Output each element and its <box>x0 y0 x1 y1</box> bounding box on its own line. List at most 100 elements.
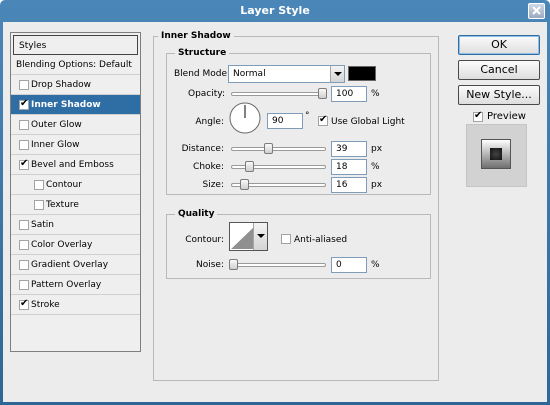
sidebar-item-outer-glow[interactable]: Outer Glow <box>11 115 140 135</box>
distance-slider-thumb[interactable] <box>264 143 273 154</box>
opacity-slider-track[interactable] <box>231 92 326 96</box>
distance-slider-track[interactable] <box>231 147 326 151</box>
sidebar-item-texture[interactable]: Texture <box>11 195 140 215</box>
angle-dial[interactable] <box>229 102 261 134</box>
choke-label: Choke: <box>193 162 224 172</box>
sidebar-item-label: Gradient Overlay <box>31 260 109 270</box>
sidebar-item-checkbox[interactable] <box>19 220 29 230</box>
choke-input[interactable]: 18 <box>331 159 367 175</box>
inner-shadow-title: Inner Shadow <box>158 31 234 41</box>
sidebar-item-stroke[interactable]: ✔ Stroke <box>11 295 140 315</box>
sidebar-item-checkbox[interactable]: ✔ <box>19 158 29 170</box>
styles-header[interactable]: Styles <box>13 35 138 55</box>
sidebar-item-checkbox[interactable] <box>19 80 29 90</box>
sidebar-item-inner-glow[interactable]: Inner Glow <box>11 135 140 155</box>
sidebar-item-satin[interactable]: Satin <box>11 215 140 235</box>
distance-input[interactable]: 39 <box>331 141 367 157</box>
opacity-value: 100 <box>336 89 354 99</box>
dialog-title: Layer Style <box>240 4 310 17</box>
sidebar-item-color-overlay[interactable]: Color Overlay <box>11 235 140 255</box>
blend-mode-label: Blend Mode: <box>174 69 231 79</box>
title-bar[interactable]: Layer Style <box>0 0 550 22</box>
contour-dropdown-button[interactable] <box>253 223 267 250</box>
contour-label: Contour: <box>185 235 224 245</box>
distance-value: 39 <box>336 144 348 154</box>
sidebar-item-label: Color Overlay <box>31 240 93 250</box>
anti-aliased-label: Anti-aliased <box>294 235 348 245</box>
checkmark-icon: ✔ <box>319 114 328 125</box>
checkmark-icon: ✔ <box>474 110 483 121</box>
noise-input[interactable]: 0 <box>331 257 367 273</box>
angle-value: 90 <box>272 116 284 126</box>
noise-slider-track[interactable] <box>231 263 326 267</box>
sidebar-item-checkbox[interactable] <box>34 200 44 210</box>
sidebar-item-label: Bevel and Emboss <box>31 160 114 170</box>
size-label: Size: <box>202 180 224 190</box>
preview-checkbox[interactable]: ✔ <box>473 110 483 122</box>
blend-mode-select[interactable]: Normal <box>228 65 345 83</box>
opacity-input[interactable]: 100 <box>331 86 367 102</box>
shadow-color-swatch[interactable] <box>348 66 376 81</box>
size-input[interactable]: 16 <box>331 177 367 193</box>
checkmark-icon: ✔ <box>20 298 29 309</box>
choke-unit: % <box>371 162 380 172</box>
close-button[interactable] <box>528 3 545 19</box>
sidebar-item-checkbox[interactable] <box>34 180 44 190</box>
sidebar-item-label: Pattern Overlay <box>31 280 102 290</box>
sidebar-item-gradient-overlay[interactable]: Gradient Overlay <box>11 255 140 275</box>
sidebar-item-checkbox[interactable] <box>19 280 29 290</box>
preview-swatch <box>481 139 511 169</box>
size-unit: px <box>371 180 383 190</box>
chevron-down-icon <box>334 72 342 76</box>
sidebar-item-inner-shadow[interactable]: ✔ Inner Shadow <box>11 95 140 115</box>
choke-value: 18 <box>336 162 348 172</box>
sidebar-item-checkbox[interactable]: ✔ <box>19 98 29 110</box>
sidebar-item-bevel-and-emboss[interactable]: ✔ Bevel and Emboss <box>11 155 140 175</box>
sidebar-item-label: Stroke <box>31 300 60 310</box>
preview-label: Preview <box>487 111 526 122</box>
angle-input[interactable]: 90 <box>267 113 303 129</box>
sidebar-item-label: Inner Glow <box>31 140 80 150</box>
close-icon <box>532 6 541 15</box>
checkmark-icon: ✔ <box>20 158 29 169</box>
distance-label: Distance: <box>181 144 224 154</box>
blend-mode-dropdown-button[interactable] <box>330 66 344 82</box>
noise-value: 0 <box>336 260 342 270</box>
checkmark-icon: ✔ <box>20 98 29 109</box>
preview-inner <box>490 148 502 160</box>
sidebar-item-label: Satin <box>31 220 54 230</box>
new-style-button[interactable]: New Style... <box>458 85 540 105</box>
sidebar-item-contour[interactable]: Contour <box>11 175 140 195</box>
ok-button[interactable]: OK <box>458 35 540 55</box>
sidebar-item-pattern-overlay[interactable]: Pattern Overlay <box>11 275 140 295</box>
opacity-slider-thumb[interactable] <box>318 88 327 99</box>
sidebar-item-label: Inner Shadow <box>31 100 101 110</box>
preview-thumbnail <box>466 124 527 187</box>
anti-aliased-checkbox[interactable] <box>281 234 291 244</box>
distance-unit: px <box>371 144 383 154</box>
size-slider-thumb[interactable] <box>240 179 249 190</box>
sidebar-item-checkbox[interactable]: ✔ <box>19 298 29 310</box>
structure-title: Structure <box>175 48 230 58</box>
noise-unit: % <box>371 260 380 270</box>
blend-mode-value: Normal <box>233 69 266 79</box>
angle-unit: ° <box>305 111 310 121</box>
sidebar-item-checkbox[interactable] <box>19 120 29 130</box>
sidebar-item-label: Blending Options: Default <box>16 60 132 70</box>
sidebar-item-checkbox[interactable] <box>19 260 29 270</box>
contour-picker[interactable] <box>229 222 268 251</box>
sidebar-item-checkbox[interactable] <box>19 240 29 250</box>
sidebar-item-blending-options-default[interactable]: Blending Options: Default <box>11 55 140 75</box>
noise-slider-thumb[interactable] <box>229 259 238 270</box>
styles-list: Styles Blending Options: Default Drop Sha… <box>10 32 141 352</box>
size-value: 16 <box>336 180 348 190</box>
sidebar-item-checkbox[interactable] <box>19 140 29 150</box>
sidebar-item-label: Outer Glow <box>31 120 82 130</box>
sidebar-item-drop-shadow[interactable]: Drop Shadow <box>11 75 140 95</box>
quality-title: Quality <box>175 209 218 219</box>
cancel-button[interactable]: Cancel <box>458 60 540 80</box>
global-light-label: Use Global Light <box>331 117 405 127</box>
angle-label: Angle: <box>195 117 224 127</box>
global-light-checkbox[interactable]: ✔ <box>318 114 328 126</box>
choke-slider-thumb[interactable] <box>245 161 254 172</box>
